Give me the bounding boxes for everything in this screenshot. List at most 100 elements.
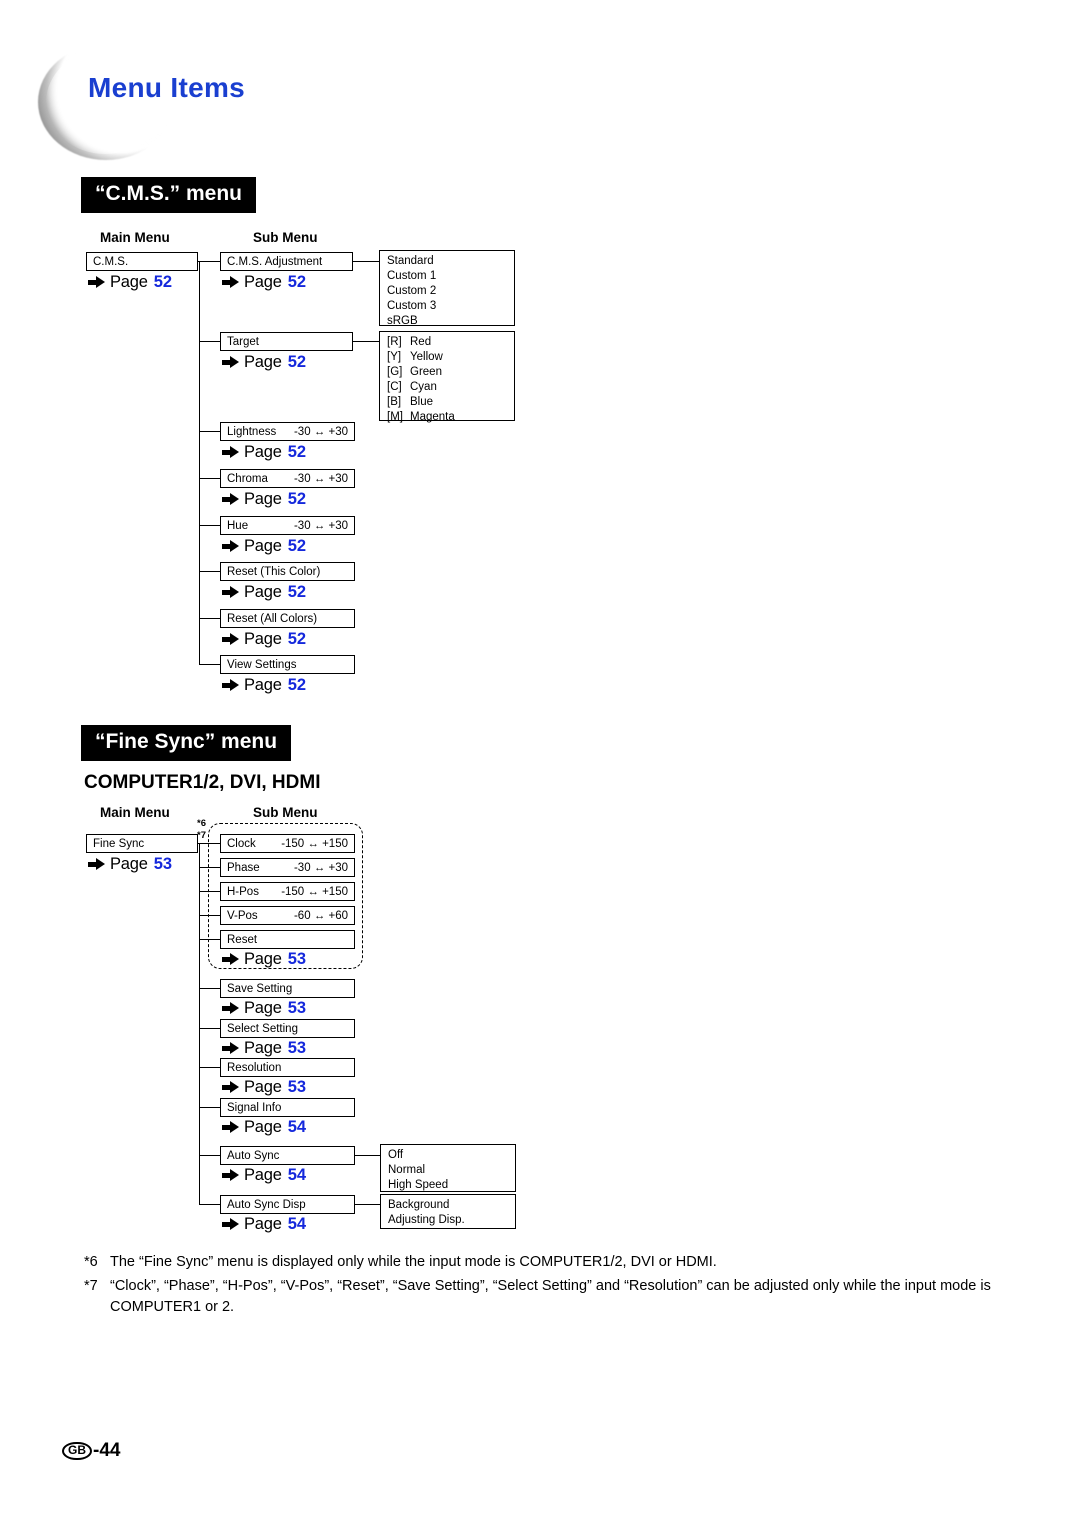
cms-main-menu-pageref[interactable]: Page 52 — [88, 273, 172, 292]
finesync-submenu-box-1[interactable]: Select Setting — [220, 1019, 355, 1038]
finesync-grouped-range-1: -30 ↔ +30 — [293, 862, 348, 874]
finesync-submenu-label-0: Save Setting — [227, 983, 293, 995]
option-name: Yellow — [410, 350, 443, 363]
cms-options-box-1[interactable]: [R] Red [Y] Yellow [G] Green [C] Cyan [B] Blu… — [379, 331, 515, 423]
pageref-number: 53 — [287, 1078, 307, 1096]
cms-submenu-pageref-7[interactable]: Page 52 — [222, 676, 306, 695]
option-name: Cyan — [410, 380, 437, 393]
pageref-number: 52 — [153, 273, 173, 291]
option-item: Custom 2 — [387, 284, 437, 297]
arrow-right-icon — [222, 633, 239, 646]
option-tag: [G] — [387, 365, 403, 378]
cms-submenu-pageref-5[interactable]: Page 52 — [222, 583, 306, 602]
cms-connector — [199, 341, 221, 342]
finesync-grouped-box-3[interactable]: V-Pos -60 ↔ +60 — [220, 906, 355, 925]
cms-submenu-box-6[interactable]: Reset (All Colors) — [220, 609, 355, 628]
cms-options-box-0[interactable]: Standard Custom 1 Custom 2 Custom 3 sRGB — [379, 250, 515, 327]
option-tag: [R] — [387, 336, 402, 348]
finesync-connector — [199, 988, 221, 989]
cms-submenu-box-7[interactable]: View Settings — [220, 655, 355, 674]
finesync-connector — [199, 891, 221, 892]
finesync-grouped-box-1[interactable]: Phase -30 ↔ +30 — [220, 858, 355, 877]
finesync-submenu-box-0[interactable]: Save Setting — [220, 979, 355, 998]
cms-submenu-box-2[interactable]: Lightness -30 ↔ +30 — [220, 422, 355, 441]
cms-submenu-pageref-6[interactable]: Page 52 — [222, 630, 306, 649]
cms-submenu-range-4: -30 ↔ +30 — [293, 520, 348, 532]
finesync-submenu-box-5[interactable]: Auto Sync Disp — [220, 1195, 355, 1214]
pageref-number: 54 — [287, 1166, 307, 1184]
section-banner-finesync: “Fine Sync” menu — [81, 725, 292, 761]
cms-main-menu-box[interactable]: C.M.S. — [86, 252, 198, 271]
pageref-word: Page — [244, 676, 282, 694]
pageref-number: 52 — [287, 443, 307, 461]
cms-submenu-pageref-1[interactable]: Page 52 — [222, 353, 306, 372]
arrow-right-icon — [222, 586, 239, 599]
option-item: Normal — [388, 1163, 426, 1176]
finesync-submenu-pageref-5[interactable]: Page 54 — [222, 1215, 306, 1234]
finesync-submenu-box-4[interactable]: Auto Sync — [220, 1146, 355, 1165]
cms-submenu-box-5[interactable]: Reset (This Color) — [220, 562, 355, 581]
cms-submenu-box-1[interactable]: Target — [220, 332, 353, 351]
finesync-grouped-box-4[interactable]: Reset — [220, 930, 355, 949]
arrow-right-icon — [88, 276, 105, 289]
pageref-word: Page — [244, 273, 282, 291]
pageref-word: Page — [244, 1118, 282, 1136]
cms-connector — [199, 478, 221, 479]
arrow-right-icon — [222, 446, 239, 459]
finesync-submenu-pageref-2[interactable]: Page 53 — [222, 1078, 306, 1097]
finesync-grouped-box-2[interactable]: H-Pos -150 ↔ +150 — [220, 882, 355, 901]
cms-submenu-pageref-2[interactable]: Page 52 — [222, 443, 306, 462]
pageref-word: Page — [244, 950, 282, 968]
finesync-submenu-pageref-4[interactable]: Page 54 — [222, 1166, 306, 1185]
finesync-column-heading-sub: Sub Menu — [253, 805, 318, 820]
finesync-connector — [199, 1155, 221, 1156]
pageref-word: Page — [244, 353, 282, 371]
finesync-connector — [199, 867, 221, 868]
finesync-grouped-label-4: Reset — [227, 934, 258, 946]
pageref-word: Page — [244, 490, 282, 508]
finesync-main-menu-pageref[interactable]: Page 53 — [88, 855, 172, 874]
finesync-submenu-label-2: Resolution — [227, 1062, 282, 1074]
option-item: [C] Cyan — [387, 380, 508, 395]
pageref-number: 54 — [287, 1118, 307, 1136]
option-item: [R] Red — [387, 335, 508, 350]
finesync-submenu-box-3[interactable]: Signal Info — [220, 1098, 355, 1117]
option-name: Magenta — [410, 410, 455, 423]
arrow-right-icon — [222, 679, 239, 692]
finesync-connector — [199, 843, 221, 844]
finesync-submenu-pageref-1[interactable]: Page 53 — [222, 1039, 306, 1058]
finesync-submenu-pageref-3[interactable]: Page 54 — [222, 1118, 306, 1137]
finesync-options-box-4[interactable]: Off Normal High Speed — [380, 1144, 516, 1192]
pageref-number: 52 — [287, 630, 307, 648]
footnote-mark-6: *6 — [197, 818, 206, 829]
option-item: Background — [388, 1199, 450, 1211]
arrow-right-icon — [88, 858, 105, 871]
footnotes: *6 The “Fine Sync” menu is displayed onl… — [84, 1252, 1014, 1321]
pageref-word: Page — [244, 1039, 282, 1057]
finesync-submenu-box-2[interactable]: Resolution — [220, 1058, 355, 1077]
cms-submenu-pageref-3[interactable]: Page 52 — [222, 490, 306, 509]
finesync-grouped-pageref[interactable]: Page 53 — [222, 950, 306, 969]
cms-submenu-label-5: Reset (This Color) — [227, 566, 321, 578]
footnote-row: *6 The “Fine Sync” menu is displayed onl… — [84, 1252, 1014, 1273]
arrow-right-icon — [222, 276, 239, 289]
footnote-mark: *7 — [84, 1278, 98, 1295]
arrow-right-icon — [222, 953, 239, 966]
cms-submenu-box-0[interactable]: C.M.S. Adjustment — [220, 252, 353, 271]
footnote-mark-7: *7 — [197, 830, 206, 841]
cms-submenu-pageref-0[interactable]: Page 52 — [222, 273, 306, 292]
cms-submenu-pageref-4[interactable]: Page 52 — [222, 537, 306, 556]
finesync-grouped-label-2: H-Pos — [227, 886, 259, 898]
cms-submenu-box-3[interactable]: Chroma -30 ↔ +30 — [220, 469, 355, 488]
finesync-submenu-pageref-0[interactable]: Page 53 — [222, 999, 306, 1018]
option-item: High Speed — [388, 1178, 449, 1191]
cms-main-menu-label: C.M.S. — [93, 256, 129, 268]
finesync-subheading: COMPUTER1/2, DVI, HDMI — [84, 772, 321, 793]
pageref-number: 52 — [287, 490, 307, 508]
option-item: Custom 3 — [387, 299, 437, 312]
finesync-grouped-box-0[interactable]: Clock -150 ↔ +150 — [220, 834, 355, 853]
cms-submenu-box-4[interactable]: Hue -30 ↔ +30 — [220, 516, 355, 535]
finesync-options-box-5[interactable]: Background Adjusting Disp. — [380, 1194, 516, 1229]
finesync-column-heading-main: Main Menu — [100, 805, 170, 820]
finesync-main-menu-box[interactable]: Fine Sync — [86, 834, 198, 853]
